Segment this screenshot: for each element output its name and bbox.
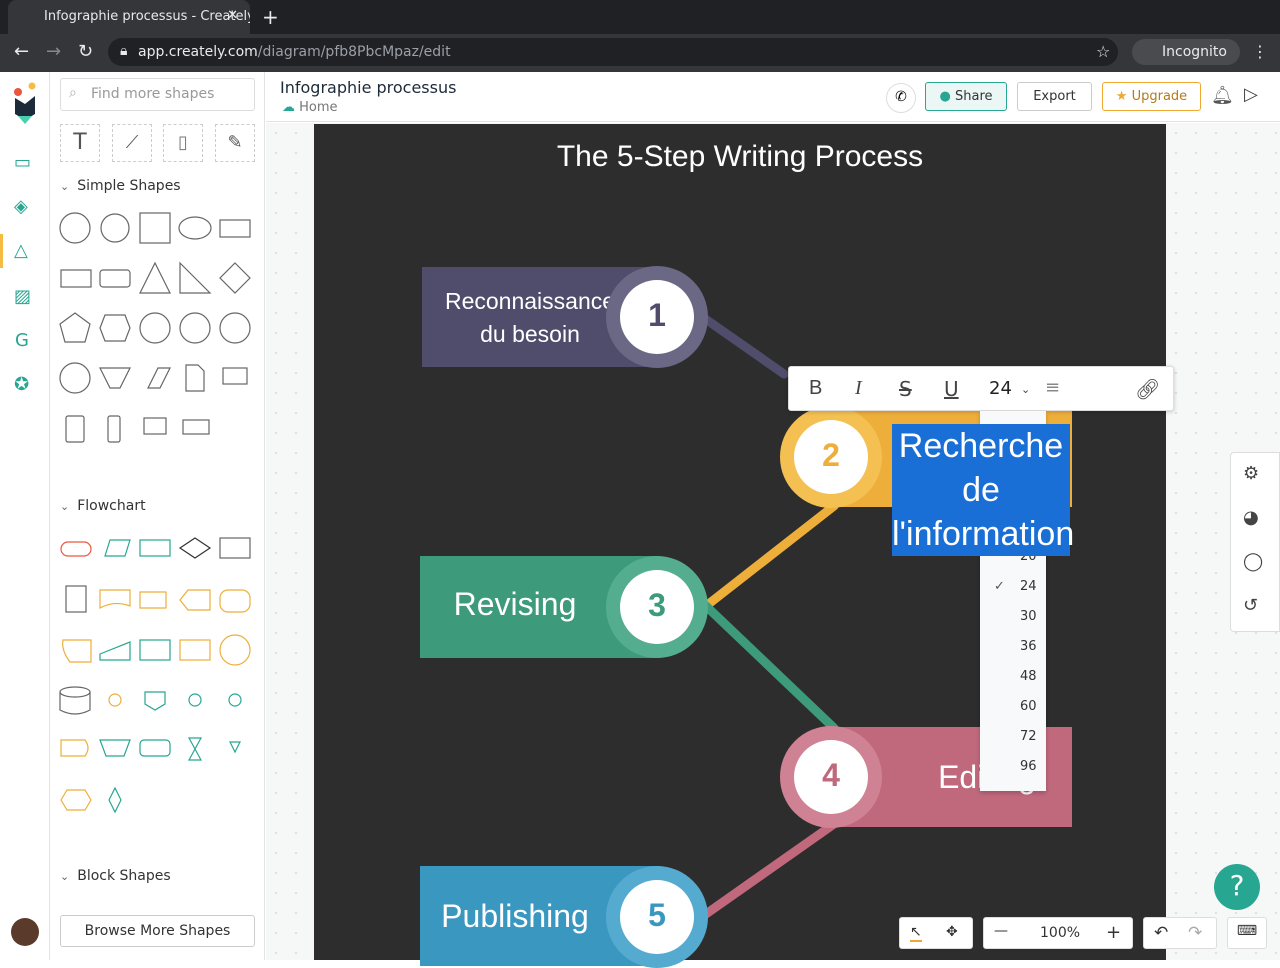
keyboard-icon: ⌨ <box>1236 923 1258 939</box>
bell-icon[interactable]: 🔔︎ <box>1211 85 1234 106</box>
bold-button[interactable]: B <box>809 377 822 400</box>
step-3-number: 3 <box>620 570 694 644</box>
zoom-controls: — 100% + <box>983 917 1133 949</box>
font-size-option-selected[interactable]: ✓ 24 <box>980 571 1046 601</box>
star-icon: ★ <box>1115 89 1128 104</box>
browse-more-shapes-button[interactable]: Browse More Shapes <box>60 915 255 947</box>
step-1-label: Reconnaissance du besoin <box>444 288 616 347</box>
lock-icon: 🔒︎ <box>120 43 128 59</box>
keyboard-shortcuts-button[interactable]: ⌨ <box>1227 917 1267 949</box>
note-tool[interactable]: ▯ <box>163 124 203 162</box>
font-size-option[interactable]: 36 <box>980 631 1046 661</box>
active-indicator <box>0 234 3 268</box>
present-icon[interactable]: ▷ <box>1244 84 1258 105</box>
font-size-option[interactable]: 30 <box>980 601 1046 631</box>
font-size-input[interactable]: 24 <box>989 378 1012 399</box>
breadcrumb[interactable]: ☁ Home <box>282 100 338 115</box>
section-simple-shapes[interactable]: ⌄ Simple Shapes <box>60 178 181 194</box>
history-icon[interactable]: ↺ <box>1243 595 1258 616</box>
step-5-number: 5 <box>620 880 694 954</box>
shapes-panel: ⌕ Find more shapes T ⟋ ▯ ✎ ⌄ Simple Shapes… <box>50 72 265 960</box>
upgrade-button[interactable]: ★ Upgrade <box>1102 82 1201 111</box>
export-button[interactable]: Export <box>1017 82 1092 111</box>
align-icon[interactable]: ≡ <box>1045 377 1060 398</box>
folder-icon[interactable]: ▭ <box>14 152 31 173</box>
document-title[interactable]: Infographie processus <box>280 78 456 97</box>
redo-icon[interactable]: ↷ <box>1188 923 1202 943</box>
incognito-badge[interactable]: Incognito <box>1132 39 1240 65</box>
star-icon[interactable]: ☆ <box>1096 42 1110 61</box>
tab-title: Infographie processus - Creately <box>44 9 250 24</box>
strikethrough-button[interactable]: S <box>899 377 912 401</box>
forward-icon[interactable]: → <box>46 41 61 62</box>
flowchart-shapes-grid[interactable] <box>58 530 258 820</box>
zoom-out-button[interactable]: — <box>994 923 1008 939</box>
reload-icon[interactable]: ↻ <box>78 41 93 62</box>
zoom-in-button[interactable]: + <box>1106 922 1121 943</box>
text-tool[interactable]: T <box>60 124 100 162</box>
avatar[interactable] <box>11 918 39 946</box>
cloud-icon: ☁ <box>282 100 295 115</box>
connector-tool[interactable]: ⟋ <box>112 124 152 162</box>
text-format-toolbar: B I S U 24 ⌄ ≡ 🔗︎ <box>788 366 1174 411</box>
creately-logo <box>14 82 36 124</box>
share-button[interactable]: ● Share <box>925 82 1007 111</box>
left-icon-rail: ▭ ◈ △ ▨ G ✪ <box>0 72 50 960</box>
help-button[interactable]: ? <box>1214 864 1260 910</box>
browser-tab[interactable]: Infographie processus - Creately ✕ <box>8 0 250 34</box>
google-icon[interactable]: G <box>15 330 29 351</box>
undo-redo: ↶ ↷ <box>1143 917 1217 949</box>
menu-icon[interactable]: ⋮ <box>1252 42 1268 61</box>
shape-settings-icon[interactable]: ⚙ <box>1243 463 1259 484</box>
simple-shapes-grid[interactable] <box>58 208 258 448</box>
layers-icon[interactable]: ◈ <box>14 196 28 217</box>
back-icon[interactable]: ← <box>14 41 29 62</box>
new-tab-button[interactable]: + <box>262 5 279 29</box>
italic-button[interactable]: I <box>855 377 862 400</box>
chevron-down-icon[interactable]: ⌄ <box>1021 383 1030 396</box>
user-icon: ● <box>939 89 951 104</box>
step-2-label[interactable]: Recherche de l'information <box>892 424 1074 556</box>
call-button[interactable]: ✆ <box>886 83 916 113</box>
step-5-label: Publishing <box>441 898 589 934</box>
step-3-label: Revising <box>453 586 577 622</box>
shape-search-input[interactable]: ⌕ Find more shapes <box>60 78 255 111</box>
pan-tool-icon[interactable]: ✥ <box>946 924 958 940</box>
url-input[interactable]: 🔒︎ app.creately.com/diagram/pfb8PbcMpaz/e… <box>108 38 1118 66</box>
font-size-option[interactable]: 72 <box>980 721 1046 751</box>
underline-button[interactable]: U <box>944 377 959 401</box>
pointer-tools: ↖ ✥ <box>899 917 973 949</box>
zoom-level[interactable]: 100% <box>1040 925 1080 941</box>
pen-tool[interactable]: ✎ <box>215 124 255 162</box>
step-2-number: 2 <box>794 420 868 494</box>
palette-icon[interactable]: ◕ <box>1243 507 1259 528</box>
section-flowchart[interactable]: ⌄ Flowchart <box>60 498 146 514</box>
section-block-shapes[interactable]: ⌄ Block Shapes <box>60 868 171 884</box>
step-4-number: 4 <box>794 740 868 814</box>
app-header: Infographie processus ☁ Home ✆ ● Share E… <box>266 72 1280 122</box>
close-tab-icon[interactable]: ✕ <box>227 8 238 23</box>
diagram-canvas[interactable]: The 5-Step Writing Process Reconnaissanc… <box>314 124 1166 968</box>
undo-icon[interactable]: ↶ <box>1154 923 1168 943</box>
sticker-icon[interactable]: ✪ <box>14 374 29 395</box>
select-tool-icon[interactable]: ↖ <box>910 924 922 942</box>
font-size-option[interactable]: 48 <box>980 661 1046 691</box>
comment-icon[interactable]: ◯ <box>1243 551 1263 572</box>
font-size-option[interactable]: 96 <box>980 751 1046 781</box>
shapes-icon[interactable]: △ <box>14 240 28 261</box>
check-icon: ✓ <box>994 579 1005 594</box>
link-icon[interactable]: 🔗︎ <box>1135 377 1160 401</box>
font-size-option[interactable]: 60 <box>980 691 1046 721</box>
image-icon[interactable]: ▨ <box>14 286 31 307</box>
right-toolbar: ⚙ ◕ ◯ ↺ <box>1230 452 1280 632</box>
search-icon: ⌕ <box>69 85 77 101</box>
step-1-number: 1 <box>620 280 694 354</box>
browser-tab-bar: Infographie processus - Creately ✕ + <box>0 0 1280 34</box>
